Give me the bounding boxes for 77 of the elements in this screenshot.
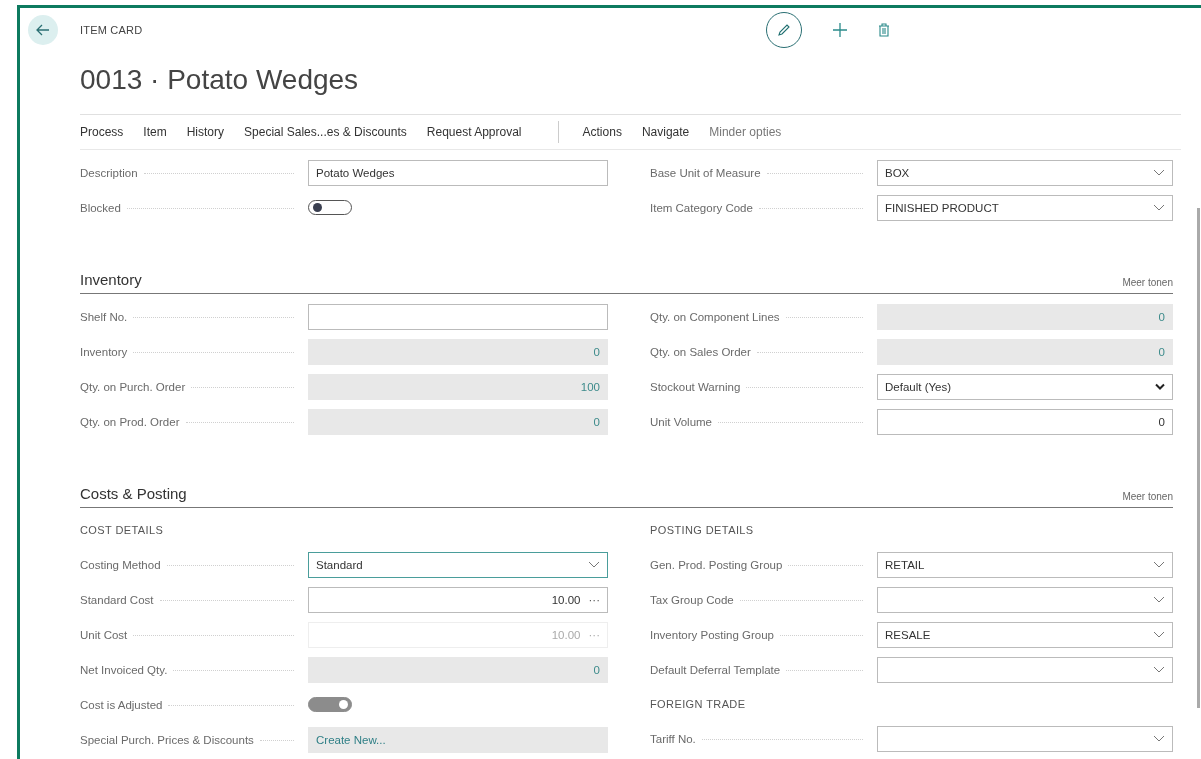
back-arrow-icon: [36, 24, 50, 36]
group-heading: POSTING DETAILS: [650, 523, 755, 538]
section-title: Costs & Posting: [80, 485, 187, 502]
dropdown-field[interactable]: FINISHED PRODUCT: [877, 194, 1173, 221]
scrollbar[interactable]: [1197, 208, 1200, 708]
chevron-down-icon: [588, 561, 600, 568]
trash-icon[interactable]: [878, 23, 890, 37]
dropdown-field[interactable]: [877, 656, 1173, 683]
show-less-button[interactable]: Minder opties: [709, 125, 794, 139]
field-label: Cost is Adjusted: [80, 698, 163, 711]
input-field[interactable]: [308, 303, 608, 330]
field-label: Description: [80, 166, 138, 179]
field-label: Gen. Prod. Posting Group: [650, 558, 783, 571]
field-label: Inventory Posting Group: [650, 628, 774, 641]
dropdown-field[interactable]: BOX: [877, 159, 1173, 186]
field-label: Qty. on Component Lines: [650, 310, 780, 323]
chevron-down-icon: [1153, 204, 1165, 211]
field-label: Qty. on Purch. Order: [80, 380, 186, 393]
action-menu[interactable]: History: [186, 125, 237, 139]
back-button[interactable]: [28, 15, 58, 45]
field-label: Qty. on Prod. Order: [80, 415, 180, 428]
dropdown-field[interactable]: RETAIL: [877, 551, 1173, 578]
field-label: Special Purch. Prices & Discounts: [80, 733, 254, 746]
dropdown-field[interactable]: [877, 725, 1173, 752]
field-label: Unit Volume: [650, 415, 712, 428]
add-icon[interactable]: [832, 22, 848, 38]
edit-button[interactable]: [766, 12, 802, 48]
chevron-down-icon: [1153, 596, 1165, 603]
field-label: Inventory: [80, 345, 128, 358]
input-field[interactable]: Potato Wedges: [308, 159, 608, 186]
field-label: Blocked: [80, 201, 121, 214]
show-more-link[interactable]: Meer tonen: [1122, 491, 1173, 502]
input-field[interactable]: 0: [877, 408, 1173, 435]
page-caption: ITEM CARD: [80, 24, 144, 36]
readonly-field: 0: [308, 408, 608, 435]
toggle-switch[interactable]: [308, 200, 352, 215]
chevron-down-icon: [1155, 383, 1165, 390]
field-label: Standard Cost: [80, 593, 154, 606]
dropdown-field[interactable]: Standard: [308, 551, 608, 578]
chevron-down-icon: [1153, 561, 1165, 568]
readonly-field: 0: [308, 656, 608, 683]
action-menu[interactable]: Actions: [582, 125, 634, 139]
field-label: Qty. on Sales Order: [650, 345, 751, 358]
field-label: Base Unit of Measure: [650, 166, 761, 179]
action-menu[interactable]: Process: [80, 125, 136, 139]
pencil-icon: [777, 23, 791, 37]
chevron-down-icon: [1153, 169, 1165, 176]
dropdown-field[interactable]: RESALE: [877, 621, 1173, 648]
readonly-field: 0: [877, 303, 1173, 330]
chevron-down-icon: [1153, 666, 1165, 673]
field-label: Costing Method: [80, 558, 161, 571]
create-new-link[interactable]: Create New...: [316, 733, 386, 746]
dropdown-field[interactable]: [877, 586, 1173, 613]
field-label: Default Deferral Template: [650, 663, 781, 676]
field-label: Tax Group Code: [650, 593, 734, 606]
field-label: Stockout Warning: [650, 380, 741, 393]
action-menu[interactable]: Item: [143, 125, 179, 139]
chevron-down-icon: [1153, 735, 1165, 742]
action-menu[interactable]: Special Sales...es & Discounts: [244, 125, 419, 139]
show-more-link[interactable]: Meer tonen: [1122, 277, 1173, 288]
readonly-field: 100: [308, 373, 608, 400]
action-menu[interactable]: Request Approval: [426, 125, 534, 139]
section-title: Inventory: [80, 271, 142, 288]
field-label: Unit Cost: [80, 628, 128, 641]
field-label: Tariff No.: [650, 732, 696, 745]
field-label: Shelf No.: [80, 310, 128, 323]
chevron-down-icon: [1153, 631, 1165, 638]
select-field[interactable]: Default (Yes): [877, 373, 1173, 400]
input-field[interactable]: 10.00 ···: [308, 586, 608, 613]
page-title: 0013 · Potato Wedges: [80, 63, 360, 97]
action-menu[interactable]: Navigate: [641, 125, 702, 139]
readonly-field: 0: [877, 338, 1173, 365]
readonly-field: 0: [308, 338, 608, 365]
group-heading: FOREIGN TRADE: [650, 697, 747, 712]
field-label: Item Category Code: [650, 201, 753, 214]
group-heading: COST DETAILS: [80, 523, 165, 538]
field-label: Net Invoiced Qty.: [80, 663, 168, 676]
